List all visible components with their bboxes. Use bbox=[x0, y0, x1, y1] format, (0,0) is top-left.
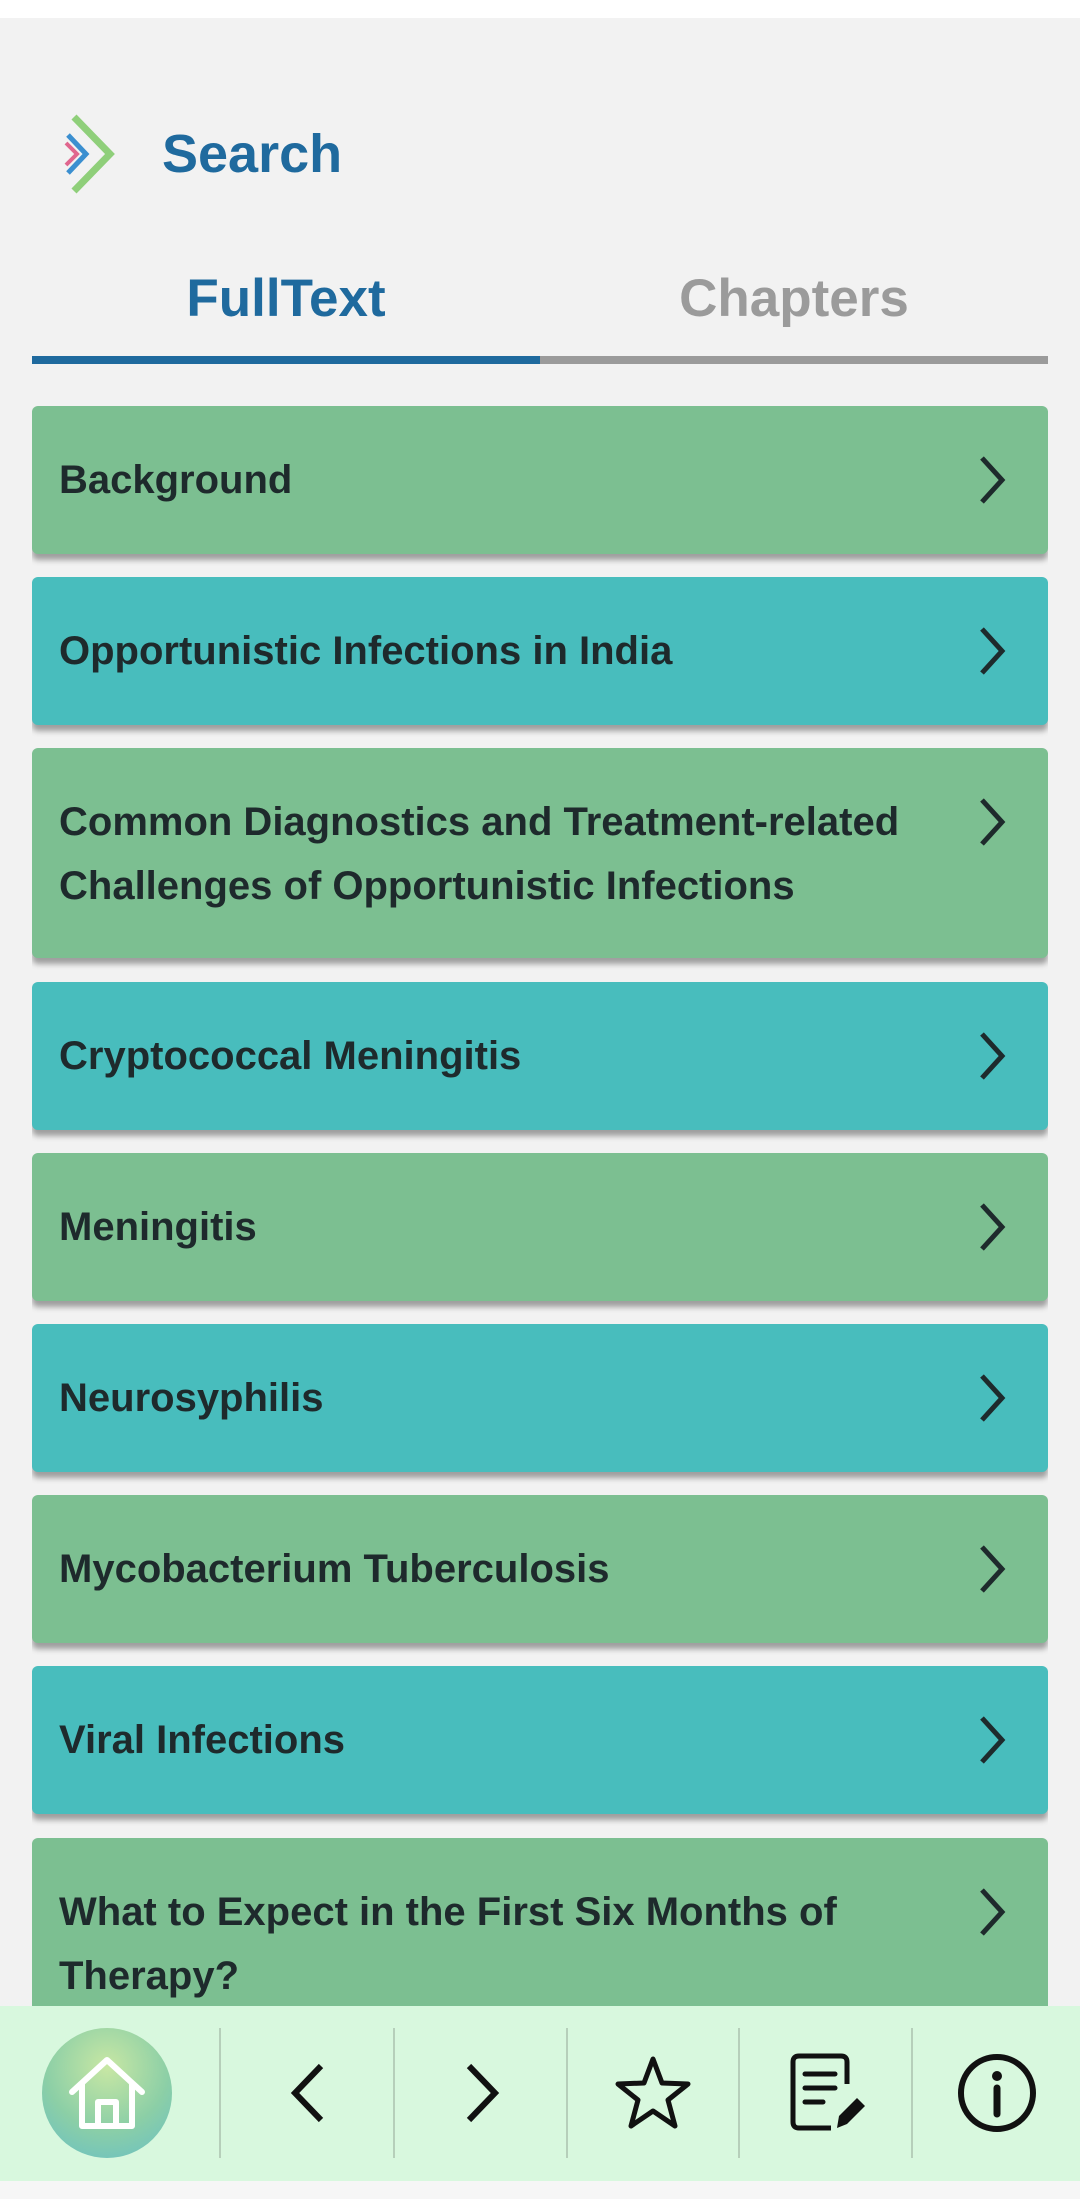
chevron-right-icon bbox=[980, 1032, 1006, 1080]
previous-button[interactable] bbox=[244, 2028, 374, 2158]
tab-fulltext-indicator bbox=[32, 356, 540, 364]
header: Search bbox=[0, 105, 1080, 205]
list-item-label: Meningitis bbox=[59, 1205, 257, 1249]
chevron-right-icon bbox=[466, 2063, 500, 2123]
chevron-right-icon bbox=[980, 456, 1006, 504]
list-item-meningitis[interactable]: Meningitis bbox=[32, 1153, 1048, 1301]
list-item-label: Background bbox=[59, 458, 293, 502]
nav-divider bbox=[911, 2028, 913, 2158]
chevron-right-icon bbox=[980, 627, 1006, 675]
list-item-opportunistic-infections-india[interactable]: Opportunistic Infections in India bbox=[32, 577, 1048, 725]
list-item-label: Common Diagnostics and Treatment-related… bbox=[59, 800, 900, 908]
tab-chapters-indicator bbox=[540, 356, 1048, 364]
notes-button[interactable] bbox=[760, 2028, 890, 2158]
chapter-list: Background Opportunistic Infections in I… bbox=[32, 406, 1048, 2006]
list-item-neurosyphilis[interactable]: Neurosyphilis bbox=[32, 1324, 1048, 1472]
chevron-right-icon bbox=[980, 798, 1006, 846]
info-icon bbox=[958, 2054, 1036, 2132]
list-item-label: Opportunistic Infections in India bbox=[59, 629, 673, 673]
star-icon bbox=[615, 2056, 691, 2129]
search-screen: Search FullText Chapters Background Oppo… bbox=[0, 0, 1080, 2199]
page-title: Search bbox=[162, 124, 343, 184]
home-icon bbox=[69, 2057, 145, 2129]
chevron-right-icon bbox=[980, 1203, 1006, 1251]
chevron-right-icon bbox=[980, 1716, 1006, 1764]
list-item-label: Mycobacterium Tuberculosis bbox=[59, 1547, 610, 1591]
list-item-label: What to Expect in the First Six Months o… bbox=[59, 1890, 837, 1998]
chevron-right-icon bbox=[980, 1888, 1006, 1936]
chevron-logo-icon bbox=[64, 114, 115, 194]
list-item-background[interactable]: Background bbox=[32, 406, 1048, 554]
home-button[interactable] bbox=[42, 2028, 172, 2158]
list-item-label: Cryptococcal Meningitis bbox=[59, 1034, 522, 1078]
chevron-right-icon bbox=[980, 1374, 1006, 1422]
list-item-label: Viral Infections bbox=[59, 1718, 346, 1762]
list-item-viral-infections[interactable]: Viral Infections bbox=[32, 1666, 1048, 1814]
tab-bar: FullText Chapters bbox=[32, 238, 1048, 364]
status-bar-area bbox=[0, 0, 1080, 18]
next-button[interactable] bbox=[416, 2028, 546, 2158]
nav-divider bbox=[738, 2028, 740, 2158]
notes-edit-icon bbox=[790, 2053, 865, 2131]
chevron-right-icon bbox=[980, 1545, 1006, 1593]
list-item-first-six-months[interactable]: What to Expect in the First Six Months o… bbox=[32, 1838, 1048, 2006]
chevron-left-icon bbox=[290, 2063, 324, 2123]
list-item-common-diagnostics[interactable]: Common Diagnostics and Treatment-related… bbox=[32, 748, 1048, 958]
nav-divider bbox=[566, 2028, 568, 2158]
list-item-label: Neurosyphilis bbox=[59, 1376, 324, 1420]
list-item-mycobacterium-tuberculosis[interactable]: Mycobacterium Tuberculosis bbox=[32, 1495, 1048, 1643]
bottom-navigation-bar bbox=[0, 2006, 1080, 2181]
system-nav-area bbox=[0, 2181, 1080, 2199]
bookmark-button[interactable] bbox=[588, 2028, 718, 2158]
info-button[interactable] bbox=[932, 2028, 1062, 2158]
nav-divider bbox=[219, 2028, 221, 2158]
tab-fulltext[interactable]: FullText bbox=[32, 238, 540, 358]
list-item-cryptococcal-meningitis[interactable]: Cryptococcal Meningitis bbox=[32, 982, 1048, 1130]
nav-divider bbox=[393, 2028, 395, 2158]
tab-chapters[interactable]: Chapters bbox=[540, 238, 1048, 358]
